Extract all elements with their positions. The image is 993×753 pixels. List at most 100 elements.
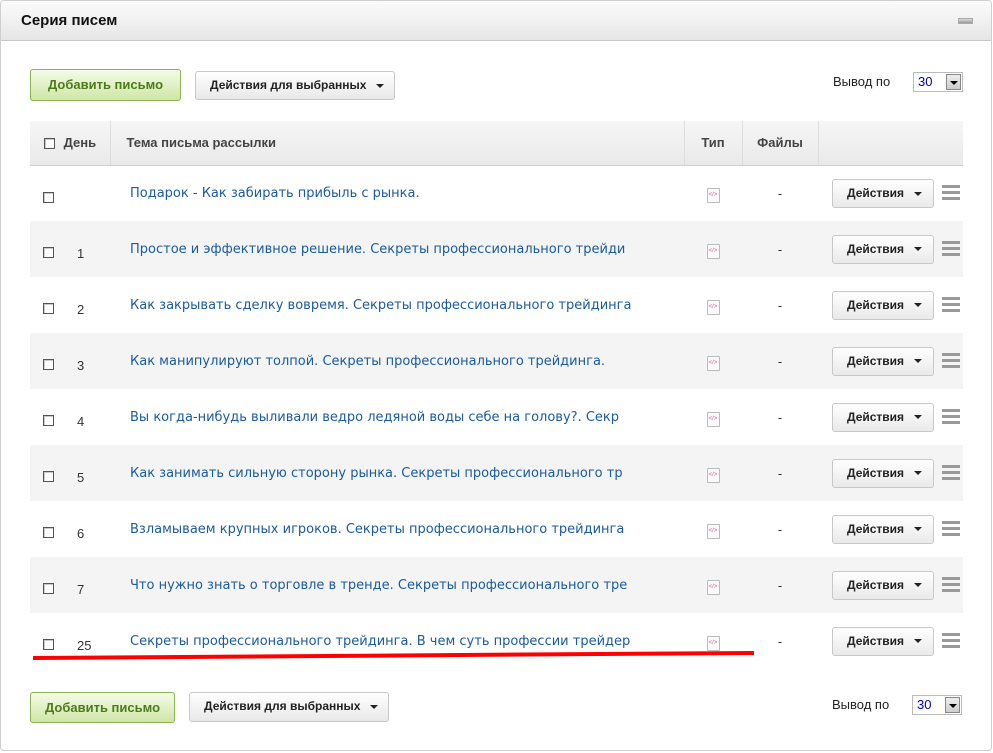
letter-topic-link[interactable]: Как закрывать сделку вовремя. Секреты пр… — [130, 297, 675, 313]
html-file-icon: </> — [706, 523, 720, 539]
column-day: День — [63, 135, 97, 151]
row-day: 7 — [77, 582, 85, 597]
row-checkbox[interactable] — [43, 583, 54, 595]
drag-handle-icon[interactable] — [942, 297, 960, 314]
html-file-icon: </> — [706, 467, 720, 483]
minimize-icon[interactable] — [958, 18, 973, 24]
row-files: - — [742, 333, 818, 389]
row-actions-label: Действия — [847, 353, 905, 368]
row-actions-label: Действия — [847, 297, 905, 312]
drag-handle-icon[interactable] — [942, 185, 960, 202]
row-actions-label: Действия — [847, 409, 905, 424]
row-day: 1 — [77, 246, 85, 261]
table-row: 3 Как манипулируют толпой. Секреты профе… — [30, 333, 963, 389]
table-row: 2 Как закрывать сделку вовремя. Секреты … — [30, 277, 963, 333]
bulk-actions-label: Действия для выбранных — [204, 699, 361, 713]
bulk-actions-label: Действия для выбранных — [210, 78, 367, 92]
add-letter-button-bottom[interactable]: Добавить письмо — [30, 692, 175, 723]
drag-handle-icon[interactable] — [942, 521, 960, 538]
row-files: - — [742, 557, 818, 613]
row-actions-button[interactable]: Действия — [832, 514, 934, 544]
bulk-actions-button-bottom[interactable]: Действия для выбранных — [189, 692, 389, 722]
per-page-select-bottom[interactable]: 30 — [912, 695, 962, 715]
row-files: - — [742, 221, 818, 277]
row-day: 6 — [77, 526, 85, 541]
drag-handle-icon[interactable] — [942, 409, 960, 426]
letter-topic-link[interactable]: Как занимать сильную сторону рынка. Секр… — [130, 465, 675, 481]
row-actions-button[interactable]: Действия — [832, 402, 934, 432]
row-checkbox[interactable] — [43, 359, 54, 371]
add-letter-button[interactable]: Добавить письмо — [30, 69, 181, 101]
drag-handle-icon[interactable] — [942, 353, 960, 370]
caret-down-icon — [914, 247, 923, 252]
row-actions-label: Действия — [847, 185, 905, 200]
letter-topic-link[interactable]: Секреты профессионального трейдинга. В ч… — [130, 633, 675, 649]
dropdown-arrow-icon — [946, 74, 961, 90]
per-page-select[interactable]: 30 — [913, 72, 963, 92]
row-files: - — [777, 185, 783, 201]
table-row: 4 Вы когда-нибудь выливали ведро ледяной… — [30, 389, 963, 445]
row-actions-label: Действия — [847, 465, 905, 480]
select-all-checkbox[interactable] — [44, 138, 55, 150]
per-page-label-bottom: Вывод по — [832, 697, 890, 712]
caret-down-icon — [370, 704, 379, 709]
row-files: - — [777, 633, 783, 649]
html-file-icon: </> — [706, 635, 720, 651]
html-file-icon: </> — [706, 243, 720, 259]
row-files: - — [742, 445, 818, 501]
table-row: 25 Секреты профессионального трейдинга. … — [30, 613, 963, 669]
row-files: - — [777, 409, 783, 425]
per-page-label: Вывод по — [833, 74, 891, 89]
row-checkbox[interactable] — [43, 471, 54, 483]
panel-header: Серия писем — [1, 1, 991, 41]
bulk-actions-button[interactable]: Действия для выбранных — [195, 71, 395, 100]
drag-handle-icon[interactable] — [942, 465, 960, 482]
html-file-icon: </> — [706, 579, 720, 595]
row-checkbox[interactable] — [43, 303, 54, 315]
letter-topic-link[interactable]: Вы когда-нибудь выливали ведро ледяной в… — [130, 409, 675, 425]
row-checkbox[interactable] — [43, 527, 54, 539]
row-actions-button[interactable]: Действия — [832, 458, 934, 488]
row-checkbox[interactable] — [43, 247, 54, 259]
row-actions-button[interactable]: Действия — [832, 234, 934, 264]
table-row: 6 Взламываем крупных игроков. Секреты пр… — [30, 501, 963, 557]
row-actions-button[interactable]: Действия — [832, 626, 934, 656]
per-page-value: 30 — [917, 697, 932, 712]
html-file-icon: </> — [706, 411, 720, 427]
row-checkbox[interactable] — [43, 639, 54, 651]
letters-table: День Тема письма рассылки Тип Файлы Пода… — [30, 121, 963, 669]
column-topic: Тема письма рассылки — [109, 121, 684, 166]
drag-handle-icon[interactable] — [942, 241, 960, 258]
table-row: 5 Как занимать сильную сторону рынка. Се… — [30, 445, 963, 501]
letter-topic-link[interactable]: Что нужно знать о торговле в тренде. Сек… — [130, 577, 675, 593]
table-row: Подарок - Как забирать прибыль с рынка. … — [30, 165, 963, 221]
caret-down-icon — [376, 83, 385, 88]
row-files: - — [777, 297, 783, 313]
drag-handle-icon[interactable] — [942, 577, 960, 594]
letter-topic-link[interactable]: Как манипулируют толпой. Секреты професс… — [130, 354, 675, 369]
table-row: 7 Что нужно знать о торговле в тренде. С… — [30, 557, 963, 613]
row-actions-button[interactable]: Действия — [832, 346, 934, 376]
drag-handle-icon[interactable] — [942, 633, 960, 650]
html-file-icon: </> — [706, 299, 720, 315]
row-actions-button[interactable]: Действия — [832, 570, 934, 600]
row-actions-button[interactable]: Действия — [832, 290, 934, 320]
table-row: 1 Простое и эффективное решение. Секреты… — [30, 221, 963, 277]
caret-down-icon — [914, 583, 923, 588]
dropdown-arrow-icon — [945, 697, 960, 713]
row-actions-button[interactable]: Действия — [832, 178, 934, 208]
row-actions-label: Действия — [847, 633, 905, 648]
caret-down-icon — [914, 639, 923, 644]
letter-topic-link[interactable]: Простое и эффективное решение. Секреты п… — [130, 241, 675, 257]
caret-down-icon — [914, 303, 923, 308]
caret-down-icon — [914, 527, 923, 532]
letter-topic-link[interactable]: Подарок - Как забирать прибыль с рынка. — [130, 186, 675, 201]
column-type: Тип — [683, 121, 742, 166]
html-file-icon: </> — [706, 355, 720, 371]
row-checkbox[interactable] — [43, 191, 54, 203]
row-checkbox[interactable] — [43, 415, 54, 427]
caret-down-icon — [914, 359, 923, 364]
row-day: 5 — [77, 470, 85, 485]
letter-topic-link[interactable]: Взламываем крупных игроков. Секреты проф… — [130, 521, 675, 537]
panel-title: Серия писем — [21, 12, 118, 29]
